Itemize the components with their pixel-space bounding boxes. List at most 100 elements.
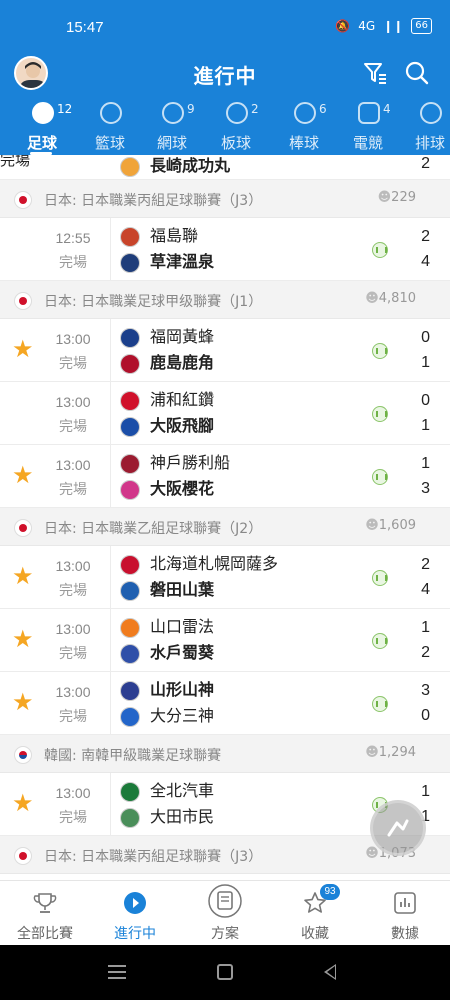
home-score: 1 (421, 455, 430, 472)
team-name: 大田市民 (150, 807, 215, 826)
league-header[interactable]: 日本: 日本職業乙組足球聯賽（J2） 1,609 (0, 508, 450, 546)
stats-icon[interactable] (372, 570, 388, 586)
nav-label: 全部比賽 (17, 926, 73, 942)
favorite-star-icon[interactable]: ★ (12, 791, 34, 815)
filter-icon[interactable] (362, 60, 388, 86)
tab-tennis[interactable]: 9 網球 (140, 98, 204, 155)
stats-icon[interactable] (372, 343, 388, 359)
tab-basketball[interactable]: 籃球 (78, 98, 142, 155)
away-score: 2 (421, 155, 430, 172)
country-flag-icon (14, 847, 32, 865)
tab-football[interactable]: 12 足球 (10, 98, 74, 155)
league-header[interactable]: 日本: 日本職業丙組足球聯賽（J3） 229 (0, 180, 450, 218)
tab-volleyball[interactable]: 排球 (398, 98, 450, 155)
favorite-star-icon[interactable]: ★ (12, 690, 34, 714)
away-team: 大阪櫻花 (120, 477, 214, 501)
team-name: 神戶勝利船 (150, 453, 231, 472)
nav-plans[interactable]: 方案 (180, 881, 270, 946)
match-list[interactable]: 完場 長崎成功丸 2 日本: 日本職業丙組足球聯賽（J3）22912:55完場福… (0, 155, 450, 880)
watchers-count: 4,810 (365, 291, 416, 306)
team-crest-icon (120, 390, 140, 411)
away-score: 1 (421, 354, 430, 371)
away-team: 大阪飛腳 (120, 414, 214, 438)
watchers-count: 1,294 (365, 745, 416, 760)
tab-baseball[interactable]: 6 棒球 (272, 98, 336, 155)
sports-tabs: 12 足球 籃球 9 網球 2 板球 6 棒球 4 電競 排球 (0, 98, 450, 155)
watchers-count: 229 (378, 190, 416, 205)
team-crest-icon (120, 353, 140, 374)
favorite-star-icon[interactable]: ★ (12, 627, 34, 651)
tab-count: 4 (383, 102, 391, 116)
home-team: 福岡黃蜂 (120, 325, 214, 349)
match-time: 13:00 (55, 785, 91, 801)
nav-all-matches[interactable]: 全部比賽 (0, 881, 90, 946)
tab-cricket[interactable]: 2 板球 (204, 98, 268, 155)
tab-label: 電競 (352, 134, 383, 152)
team-crest-icon (120, 554, 140, 575)
tab-label: 網球 (156, 134, 187, 152)
stats-icon[interactable] (372, 469, 388, 485)
nav-favorites[interactable]: 93 收藏 (270, 881, 360, 946)
favorite-star-icon[interactable]: ★ (12, 463, 34, 487)
play-icon (124, 892, 146, 914)
search-icon[interactable] (404, 60, 430, 86)
home-team: 福島聯 (120, 224, 198, 248)
home-team: 全北汽車 (120, 779, 214, 803)
home-icon[interactable] (217, 964, 233, 980)
team-name: 大阪櫻花 (150, 479, 215, 498)
top-bar: 進行中 (0, 52, 450, 96)
nav-data[interactable]: 數據 (360, 881, 450, 946)
league-name: 日本: 日本職業足球甲级聯賽（J1） (44, 294, 263, 310)
match-row[interactable]: ★ 13:00 完場 山口雷法 水戶蜀葵 1 2 (0, 609, 450, 672)
away-team: 磐田山葉 (120, 578, 214, 602)
away-score: 0 (421, 707, 430, 724)
country-flag-icon (14, 519, 32, 537)
match-row[interactable]: 12:55 完場 福島聯 草津溫泉 2 4 (0, 218, 450, 281)
team-crest-icon (120, 226, 140, 247)
recent-apps-icon[interactable] (108, 965, 126, 979)
stats-icon[interactable] (372, 242, 388, 258)
back-icon[interactable] (324, 964, 336, 980)
team-crest-icon (120, 327, 140, 348)
stats-icon[interactable] (372, 696, 388, 712)
match-row[interactable]: ★ 13:00 完場 北海道札幌岡薩多 磐田山葉 2 4 (0, 546, 450, 609)
match-row[interactable]: ★ 13:00 完場 神戶勝利船 大阪櫻花 1 3 (0, 445, 450, 508)
away-team: 大田市民 (120, 805, 214, 829)
team-crest-icon (120, 252, 140, 273)
home-score: 2 (421, 228, 430, 245)
match-row[interactable]: 13:00 完場 浦和紅鑽 大阪飛腳 0 1 (0, 382, 450, 445)
team-crest-icon (120, 580, 140, 601)
team-name: 大分三神 (150, 706, 215, 725)
tab-label: 板球 (220, 134, 251, 152)
favorite-star-icon[interactable]: ★ (12, 337, 34, 361)
match-row[interactable]: ★ 13:00 完場 山形山神 大分三神 3 0 (0, 672, 450, 735)
favorite-star-icon[interactable]: ★ (12, 564, 34, 588)
home-team: 山形山神 (120, 678, 214, 702)
away-team: 鹿島鹿角 (120, 351, 214, 375)
stats-icon[interactable] (372, 633, 388, 649)
nav-live[interactable]: 進行中 (90, 881, 180, 946)
tab-count: 6 (319, 102, 327, 116)
tab-label: 籃球 (94, 134, 125, 152)
gamepad-icon (358, 102, 380, 124)
match-row[interactable]: ★ 13:00 完場 福岡黃蜂 鹿島鹿角 0 1 (0, 319, 450, 382)
league-header[interactable]: 韓國: 南韓甲級職業足球聯賽 1,294 (0, 735, 450, 773)
system-nav-bar (0, 945, 450, 1000)
home-score: 1 (421, 619, 430, 636)
team-crest-icon (120, 807, 140, 828)
stats-icon[interactable] (372, 406, 388, 422)
team-name: 福岡黃蜂 (150, 327, 215, 346)
match-time: 13:00 (55, 621, 91, 637)
baseball-icon (294, 102, 316, 124)
team-name: 大阪飛腳 (150, 416, 215, 435)
away-score: 1 (421, 417, 430, 434)
team-name: 山口雷法 (150, 617, 215, 636)
home-team: 神戶勝利船 (120, 451, 230, 475)
league-name: 韓國: 南韓甲級職業足球聯賽 (44, 748, 222, 764)
trophy-icon (33, 893, 57, 913)
team-name: 水戶蜀葵 (150, 643, 215, 662)
tab-esports[interactable]: 4 電競 (336, 98, 400, 155)
floating-action-button[interactable] (370, 800, 426, 856)
league-header[interactable]: 日本: 日本職業足球甲级聯賽（J1） 4,810 (0, 281, 450, 319)
match-row[interactable]: 完場 長崎成功丸 2 (0, 155, 450, 180)
